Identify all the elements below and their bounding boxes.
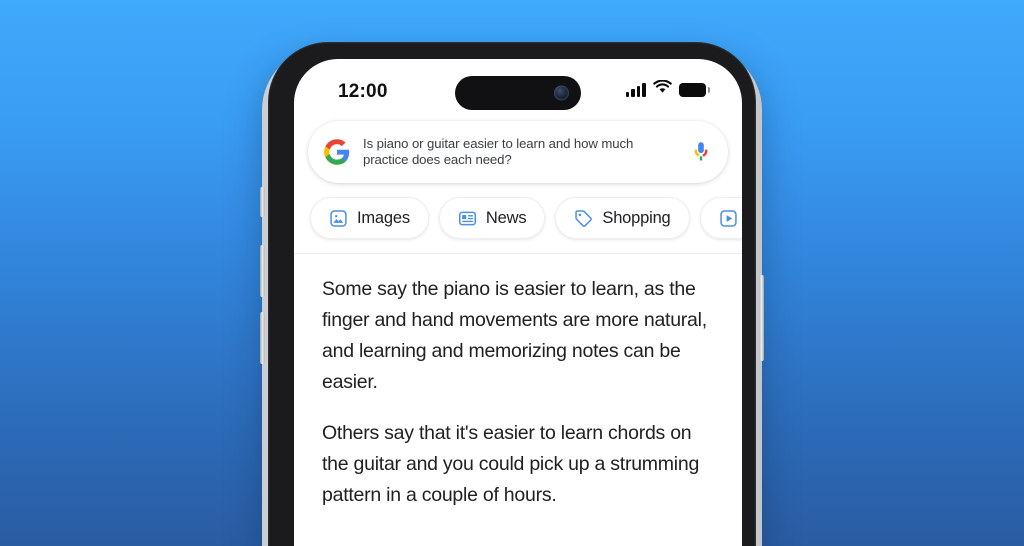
search-query-text[interactable]: Is piano or guitar easier to learn and h…	[363, 136, 680, 168]
filter-chips-row[interactable]: Images News Shopping	[294, 183, 742, 253]
front-camera-lens-icon	[554, 85, 569, 101]
images-icon	[329, 209, 348, 228]
wifi-icon	[653, 79, 672, 99]
news-icon	[458, 209, 477, 228]
action-button[interactable]	[260, 187, 265, 217]
status-bar-indicators	[625, 79, 710, 99]
search-bar[interactable]: Is piano or guitar easier to learn and h…	[308, 121, 728, 183]
chip-label: Shopping	[602, 208, 671, 227]
phone-bezel: 12:00 Is piano or guitar easier to learn…	[268, 42, 756, 546]
chip-images[interactable]: Images	[310, 197, 429, 239]
shopping-tag-icon	[574, 209, 593, 228]
google-mic-icon[interactable]	[690, 140, 712, 164]
chip-news[interactable]: News	[438, 197, 546, 239]
battery-full-icon	[679, 82, 710, 97]
signal-bars-icon	[625, 82, 646, 97]
chip-videos[interactable]: Vide	[699, 197, 742, 239]
answer-body: Some say the piano is easier to learn, a…	[294, 254, 742, 511]
power-button[interactable]	[759, 275, 764, 361]
background-stage: 12:00 Is piano or guitar easier to learn…	[0, 0, 1024, 546]
volume-down-button[interactable]	[260, 312, 265, 364]
answer-paragraph-1: Some say the piano is easier to learn, a…	[322, 278, 707, 393]
phone-device: 12:00 Is piano or guitar easier to learn…	[260, 42, 764, 546]
chip-shopping[interactable]: Shopping	[555, 197, 690, 239]
phone-screen: 12:00 Is piano or guitar easier to learn…	[294, 59, 742, 546]
google-logo-icon	[324, 139, 350, 165]
dynamic-island	[455, 76, 581, 110]
status-bar-time: 12:00	[338, 81, 388, 102]
chip-label: News	[485, 208, 527, 227]
chip-label: Images	[357, 208, 410, 227]
video-play-icon	[719, 209, 738, 228]
volume-up-button[interactable]	[260, 245, 265, 297]
status-bar: 12:00	[294, 59, 742, 115]
answer-paragraph-2: Others say that it's easier to learn cho…	[322, 422, 700, 506]
